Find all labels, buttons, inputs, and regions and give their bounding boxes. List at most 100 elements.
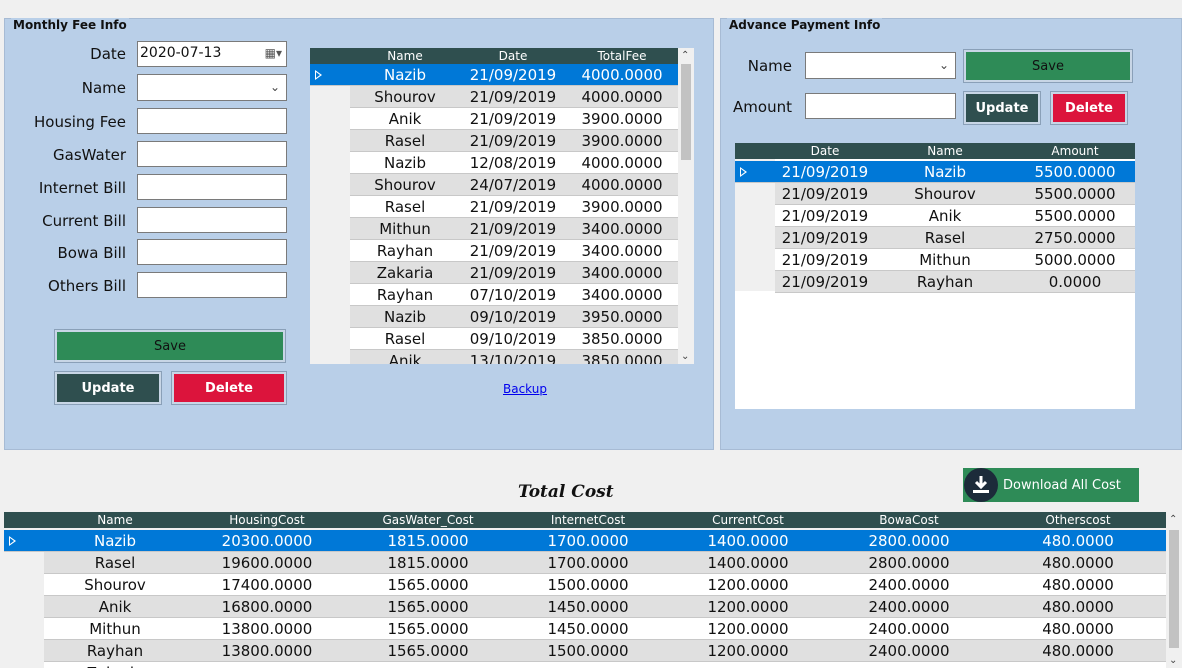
scroll-down-icon[interactable]: ⌄ bbox=[681, 351, 689, 362]
table-cell[interactable]: Rayhan bbox=[350, 240, 460, 261]
column-header[interactable]: Name bbox=[350, 48, 460, 64]
table-cell[interactable]: 3400.0000 bbox=[566, 284, 678, 305]
table-cell[interactable]: 13/10/2019 bbox=[460, 350, 566, 364]
table-cell[interactable]: 3900.0000 bbox=[566, 196, 678, 217]
advance-save-button[interactable]: Save bbox=[963, 49, 1133, 83]
table-cell[interactable]: 4000.0000 bbox=[566, 174, 678, 195]
column-header[interactable]: Name bbox=[875, 143, 1015, 159]
column-header[interactable]: Otherscost bbox=[990, 512, 1166, 528]
table-row[interactable]: Rasel 19600.0000 1815.0000 1700.0000 1400.00… bbox=[44, 552, 1166, 574]
table-row[interactable]: Rasel 21/09/2019 3900.0000 bbox=[350, 196, 678, 218]
housing-fee-input[interactable] bbox=[137, 108, 287, 134]
column-header[interactable]: InternetCost bbox=[508, 512, 668, 528]
table-cell[interactable]: Shourov bbox=[350, 174, 460, 195]
monthly-grid-scrollbar[interactable]: ⌃ ⌄ bbox=[678, 48, 694, 364]
table-cell[interactable]: 21/09/2019 bbox=[775, 227, 875, 248]
table-cell[interactable]: 1450.0000 bbox=[508, 596, 668, 617]
table-cell[interactable]: Nazib bbox=[350, 152, 460, 173]
table-row[interactable]: Mithun 21/09/2019 3400.0000 bbox=[350, 218, 678, 240]
column-header[interactable]: Date bbox=[460, 48, 566, 64]
table-cell[interactable]: 21/09/2019 bbox=[775, 183, 875, 204]
table-row[interactable]: Zakaria 21/09/2019 3400.0000 bbox=[350, 262, 678, 284]
calendar-icon[interactable]: ▦▾ bbox=[265, 46, 282, 60]
table-cell[interactable]: 1700.0000 bbox=[508, 552, 668, 573]
table-cell[interactable]: 1200.0000 bbox=[668, 574, 828, 595]
table-cell[interactable]: 480.0000 bbox=[990, 596, 1166, 617]
table-cell[interactable]: 3900.0000 bbox=[566, 130, 678, 151]
date-picker[interactable]: 2020-07-13 ▦▾ bbox=[137, 41, 287, 67]
column-header[interactable]: GasWater_Cost bbox=[348, 512, 508, 528]
table-cell[interactable]: 1565.0000 bbox=[348, 640, 508, 661]
table-cell[interactable]: 17400.0000 bbox=[186, 574, 348, 595]
table-cell[interactable]: Rasel bbox=[350, 196, 460, 217]
table-cell[interactable] bbox=[990, 662, 1166, 668]
table-cell[interactable]: Nazib bbox=[350, 306, 460, 327]
table-row[interactable]: Shourov 21/09/2019 4000.0000 bbox=[350, 86, 678, 108]
table-cell[interactable]: 21/09/2019 bbox=[460, 196, 566, 217]
table-cell[interactable]: 1200.0000 bbox=[668, 640, 828, 661]
table-row[interactable]: Rayhan 13800.0000 1565.0000 1500.0000 1200.0… bbox=[44, 640, 1166, 662]
internet-bill-input[interactable] bbox=[137, 174, 287, 200]
table-cell[interactable]: Anik bbox=[875, 205, 1015, 226]
scroll-thumb[interactable] bbox=[1169, 530, 1179, 648]
monthly-save-button[interactable]: Save bbox=[54, 329, 286, 363]
table-cell[interactable]: 3900.0000 bbox=[566, 108, 678, 129]
table-cell[interactable]: 5500.0000 bbox=[1015, 161, 1135, 182]
table-cell[interactable]: 1565.0000 bbox=[348, 618, 508, 639]
table-cell[interactable]: 1565.0000 bbox=[348, 596, 508, 617]
table-cell[interactable]: Zakaria bbox=[44, 662, 186, 668]
table-row[interactable]: Nazib 21/09/2019 4000.0000 bbox=[310, 64, 678, 86]
table-cell[interactable]: Rayhan bbox=[44, 640, 186, 661]
table-cell[interactable]: 4000.0000 bbox=[566, 86, 678, 107]
table-cell[interactable]: 2400.0000 bbox=[828, 574, 990, 595]
table-row[interactable]: Rasel 21/09/2019 3900.0000 bbox=[350, 130, 678, 152]
table-cell[interactable]: Rasel bbox=[875, 227, 1015, 248]
scroll-up-icon[interactable]: ⌃ bbox=[1169, 514, 1177, 525]
table-cell[interactable]: 480.0000 bbox=[990, 552, 1166, 573]
table-row[interactable]: 21/09/2019 Anik 5500.0000 bbox=[775, 205, 1135, 227]
current-bill-input[interactable] bbox=[137, 207, 287, 233]
column-header[interactable]: CurrentCost bbox=[668, 512, 828, 528]
table-cell[interactable]: 4000.0000 bbox=[566, 152, 678, 173]
table-cell[interactable]: 3400.0000 bbox=[566, 262, 678, 283]
table-cell[interactable]: 1565.0000 bbox=[348, 574, 508, 595]
table-cell[interactable]: 21/09/2019 bbox=[775, 205, 875, 226]
table-cell[interactable]: Zakaria bbox=[350, 262, 460, 283]
table-cell[interactable]: 1700.0000 bbox=[508, 530, 668, 551]
table-cell[interactable]: 480.0000 bbox=[990, 574, 1166, 595]
table-cell[interactable]: 21/09/2019 bbox=[460, 240, 566, 261]
table-cell[interactable]: 09/10/2019 bbox=[460, 328, 566, 349]
table-cell[interactable]: 1400.0000 bbox=[668, 552, 828, 573]
bowa-bill-input[interactable] bbox=[137, 239, 287, 265]
table-cell[interactable]: 21/09/2019 bbox=[460, 64, 566, 85]
table-cell[interactable]: 3850.0000 bbox=[566, 328, 678, 349]
table-cell[interactable]: Nazib bbox=[350, 64, 460, 85]
advance-update-button[interactable]: Update bbox=[963, 91, 1041, 125]
table-cell[interactable]: 2750.0000 bbox=[1015, 227, 1135, 248]
table-cell[interactable]: Rasel bbox=[44, 552, 186, 573]
table-row[interactable]: Rayhan 21/09/2019 3400.0000 bbox=[350, 240, 678, 262]
table-cell[interactable]: 19600.0000 bbox=[186, 552, 348, 573]
table-cell[interactable]: Shourov bbox=[350, 86, 460, 107]
table-cell[interactable]: 1500.0000 bbox=[508, 574, 668, 595]
table-cell[interactable]: Anik bbox=[44, 596, 186, 617]
column-header[interactable]: Name bbox=[44, 512, 186, 528]
others-bill-input[interactable] bbox=[137, 272, 287, 298]
table-row[interactable]: 21/09/2019 Shourov 5500.0000 bbox=[775, 183, 1135, 205]
scroll-down-icon[interactable]: ⌄ bbox=[1169, 655, 1177, 666]
table-cell[interactable]: 1200.0000 bbox=[668, 618, 828, 639]
table-cell[interactable]: Mithun bbox=[44, 618, 186, 639]
table-cell[interactable]: 1815.0000 bbox=[348, 552, 508, 573]
table-cell[interactable]: 2800.0000 bbox=[828, 530, 990, 551]
advance-payment-grid[interactable]: Date Name Amount 21/09/2019 Nazib 5500.000… bbox=[735, 143, 1135, 409]
table-cell[interactable]: Rayhan bbox=[875, 271, 1015, 292]
table-cell[interactable]: 21/09/2019 bbox=[775, 161, 875, 182]
table-cell[interactable]: 21/09/2019 bbox=[460, 108, 566, 129]
table-cell[interactable]: 2400.0000 bbox=[828, 640, 990, 661]
table-cell[interactable]: 1200.0000 bbox=[668, 596, 828, 617]
table-cell[interactable] bbox=[508, 662, 668, 668]
monthly-update-button[interactable]: Update bbox=[54, 371, 162, 405]
total-cost-grid[interactable]: Name HousingCost GasWater_Cost InternetC… bbox=[4, 512, 1182, 668]
table-cell[interactable]: 12/08/2019 bbox=[460, 152, 566, 173]
table-cell[interactable]: 21/09/2019 bbox=[460, 86, 566, 107]
